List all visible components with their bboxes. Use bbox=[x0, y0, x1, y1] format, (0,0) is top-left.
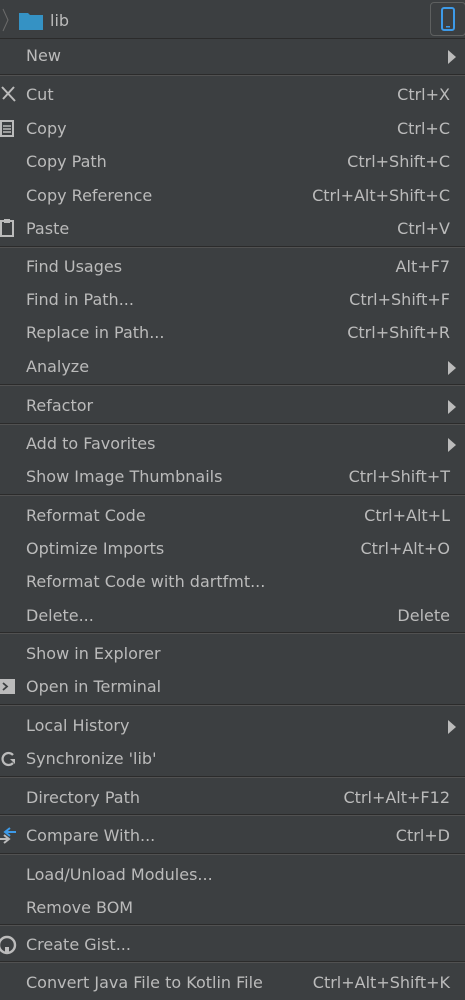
menu-item-find-usages[interactable]: Find Usages Alt+F7 bbox=[0, 251, 465, 284]
menu-item-replace-in-path[interactable]: Replace in Path... Ctrl+Shift+R bbox=[0, 317, 465, 350]
menu-item-shortcut: Ctrl+Alt+Shift+C bbox=[312, 186, 450, 205]
menu-item-reformat-code-dartfmt[interactable]: Reformat Code with dartfmt... bbox=[0, 566, 465, 599]
breadcrumb-item-lib[interactable]: lib bbox=[50, 11, 69, 30]
scissors-icon bbox=[1, 86, 16, 102]
menu-item-show-in-explorer[interactable]: Show in Explorer bbox=[0, 638, 465, 671]
menu-item-convert-java-to-kotlin[interactable]: Convert Java File to Kotlin File Ctrl+Al… bbox=[0, 967, 465, 1000]
menu-item-shortcut: Ctrl+Alt+Shift+K bbox=[312, 973, 450, 992]
menu-separator bbox=[0, 632, 465, 634]
github-icon bbox=[0, 935, 17, 955]
menu-separator bbox=[0, 924, 465, 926]
menu-item-label: Synchronize 'lib' bbox=[26, 749, 157, 768]
menu-item-label: Show in Explorer bbox=[26, 644, 161, 663]
menu-item-shortcut: Alt+F7 bbox=[395, 257, 450, 276]
menu-item-shortcut: Ctrl+Alt+O bbox=[360, 539, 450, 558]
menu-item-paste[interactable]: Paste Ctrl+V bbox=[0, 213, 465, 246]
menu-item-new[interactable]: New bbox=[0, 40, 465, 73]
menu-item-label: New bbox=[26, 46, 61, 65]
menu-item-label: Copy bbox=[26, 119, 67, 138]
copy-icon bbox=[0, 120, 14, 137]
menu-item-find-in-path[interactable]: Find in Path... Ctrl+Shift+F bbox=[0, 284, 465, 317]
menu-item-open-in-terminal[interactable]: Open in Terminal bbox=[0, 671, 465, 704]
menu-item-label: Paste bbox=[26, 219, 70, 238]
menu-item-copy[interactable]: Copy Ctrl+C bbox=[0, 113, 465, 146]
menu-separator bbox=[0, 961, 465, 963]
submenu-arrow-icon bbox=[448, 361, 456, 375]
menu-item-compare-with[interactable]: Compare With... Ctrl+D bbox=[0, 820, 465, 853]
menu-item-label: Cut bbox=[26, 85, 54, 104]
menu-item-label: Delete... bbox=[26, 606, 94, 625]
menu-item-add-to-favorites[interactable]: Add to Favorites bbox=[0, 428, 465, 461]
menu-item-label: Load/Unload Modules... bbox=[26, 865, 213, 884]
menu-item-delete[interactable]: Delete... Delete bbox=[0, 600, 465, 633]
terminal-icon bbox=[0, 679, 15, 694]
menu-separator bbox=[0, 423, 465, 425]
menu-item-label: Add to Favorites bbox=[26, 434, 156, 453]
menu-item-load-unload-modules[interactable]: Load/Unload Modules... bbox=[0, 859, 465, 892]
menu-item-label: Analyze bbox=[26, 357, 90, 376]
phone-icon bbox=[441, 7, 455, 31]
menu-item-local-history[interactable]: Local History bbox=[0, 710, 465, 743]
menu-item-cut[interactable]: Cut Ctrl+X bbox=[0, 79, 465, 112]
menu-separator bbox=[0, 814, 465, 816]
menu-item-label: Create Gist... bbox=[26, 935, 131, 954]
submenu-arrow-icon bbox=[448, 400, 456, 414]
menu-item-synchronize[interactable]: Synchronize 'lib' bbox=[0, 743, 465, 776]
menu-item-shortcut: Ctrl+X bbox=[397, 85, 450, 104]
menu-item-create-gist[interactable]: Create Gist... bbox=[0, 929, 465, 962]
menu-item-refactor[interactable]: Refactor bbox=[0, 390, 465, 423]
menu-separator bbox=[0, 384, 465, 386]
menu-item-label: Optimize Imports bbox=[26, 539, 165, 558]
device-selector-button[interactable] bbox=[430, 2, 465, 36]
menu-item-label: Show Image Thumbnails bbox=[26, 467, 223, 486]
menu-item-shortcut: Ctrl+Alt+L bbox=[364, 506, 450, 525]
menu-separator bbox=[0, 246, 465, 248]
menu-item-reformat-code[interactable]: Reformat Code Ctrl+Alt+L bbox=[0, 500, 465, 533]
menu-item-label: Copy Path bbox=[26, 152, 107, 171]
clipboard-icon bbox=[0, 219, 14, 237]
sync-icon bbox=[1, 751, 15, 767]
menu-separator bbox=[0, 704, 465, 706]
menu-item-label: Refactor bbox=[26, 396, 94, 415]
menu-item-label: Reformat Code with dartfmt... bbox=[26, 572, 266, 591]
menu-item-shortcut: Ctrl+V bbox=[397, 219, 450, 238]
menu-item-directory-path[interactable]: Directory Path Ctrl+Alt+F12 bbox=[0, 782, 465, 815]
menu-item-label: Copy Reference bbox=[26, 186, 153, 205]
menu-item-shortcut: Ctrl+C bbox=[396, 119, 450, 138]
menu-item-label: Local History bbox=[26, 716, 130, 735]
submenu-arrow-icon bbox=[448, 50, 456, 64]
menu-item-label: Reformat Code bbox=[26, 506, 146, 525]
menu-item-label: Remove BOM bbox=[26, 898, 134, 917]
menu-item-label: Replace in Path... bbox=[26, 323, 165, 342]
breadcrumb-bar: lib bbox=[0, 0, 465, 39]
menu-item-shortcut: Ctrl+Shift+R bbox=[347, 323, 450, 342]
menu-item-remove-bom[interactable]: Remove BOM bbox=[0, 892, 465, 925]
menu-item-label: Convert Java File to Kotlin File bbox=[26, 973, 263, 992]
menu-item-label: Find Usages bbox=[26, 257, 123, 276]
menu-item-shortcut: Ctrl+Shift+C bbox=[347, 152, 450, 171]
menu-item-shortcut: Ctrl+Shift+F bbox=[349, 290, 450, 309]
menu-separator bbox=[0, 494, 465, 496]
menu-item-label: Directory Path bbox=[26, 788, 140, 807]
compare-arrows-icon bbox=[0, 827, 16, 844]
menu-item-label: Find in Path... bbox=[26, 290, 134, 309]
menu-item-shortcut: Ctrl+D bbox=[395, 826, 450, 845]
breadcrumb-separator-icon bbox=[2, 8, 9, 32]
menu-item-analyze[interactable]: Analyze bbox=[0, 351, 465, 384]
menu-separator bbox=[0, 74, 465, 76]
menu-item-label: Open in Terminal bbox=[26, 677, 162, 696]
menu-item-shortcut: Ctrl+Alt+F12 bbox=[343, 788, 450, 807]
menu-item-label: Compare With... bbox=[26, 826, 156, 845]
menu-item-copy-path[interactable]: Copy Path Ctrl+Shift+C bbox=[0, 146, 465, 179]
menu-separator bbox=[0, 853, 465, 855]
menu-item-show-image-thumbnails[interactable]: Show Image Thumbnails Ctrl+Shift+T bbox=[0, 461, 465, 494]
menu-separator bbox=[0, 776, 465, 778]
menu-item-shortcut: Ctrl+Shift+T bbox=[348, 467, 450, 486]
menu-item-copy-reference[interactable]: Copy Reference Ctrl+Alt+Shift+C bbox=[0, 180, 465, 213]
menu-item-optimize-imports[interactable]: Optimize Imports Ctrl+Alt+O bbox=[0, 533, 465, 566]
folder-icon bbox=[19, 13, 43, 30]
submenu-arrow-icon bbox=[448, 438, 456, 452]
submenu-arrow-icon bbox=[448, 720, 456, 734]
menu-item-shortcut: Delete bbox=[397, 606, 450, 625]
